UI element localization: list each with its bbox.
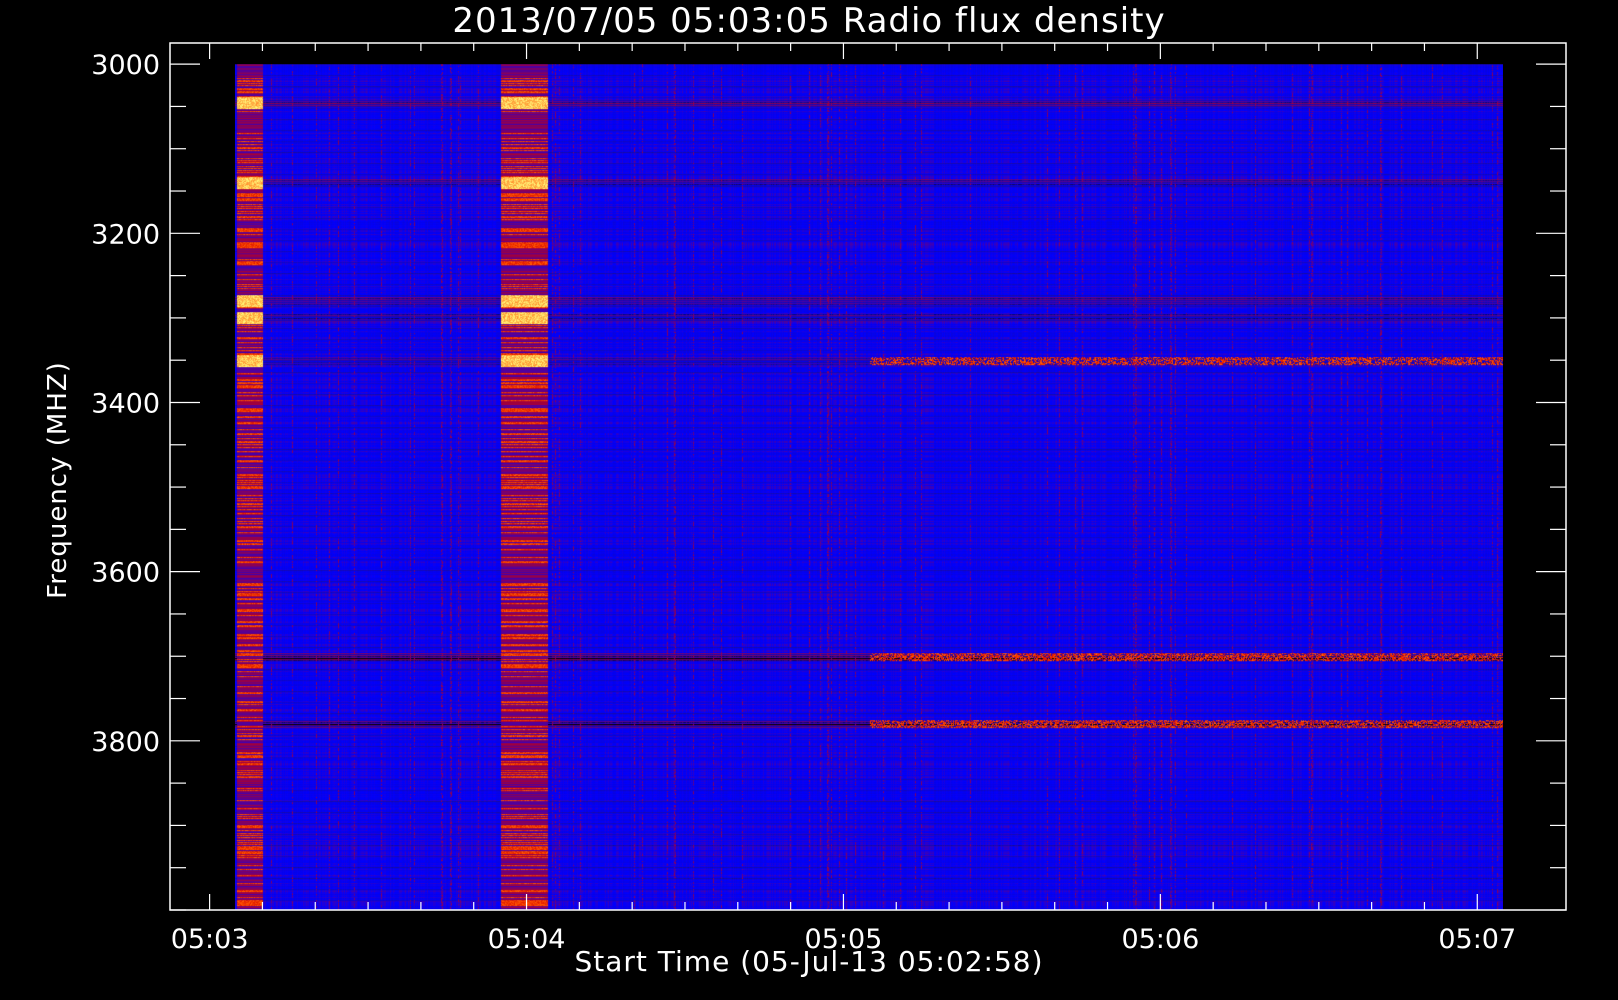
y-tick-label: 3600 (91, 558, 160, 589)
y-tick-label: 3200 (91, 219, 160, 250)
x-axis-label: Start Time (05-Jul-13 05:02:58) (574, 945, 1044, 978)
y-tick-label: 3800 (91, 727, 160, 758)
spectrogram-chart: 05:03 05:04 05:05 05:06 05:07300032003400360… (91, 42, 1567, 955)
y-axis-label: Frequency (MHZ) (43, 361, 73, 599)
y-tick-label: 3000 (91, 50, 160, 81)
y-tick-label: 3400 (91, 388, 160, 419)
spectrogram-image (234, 64, 1503, 911)
